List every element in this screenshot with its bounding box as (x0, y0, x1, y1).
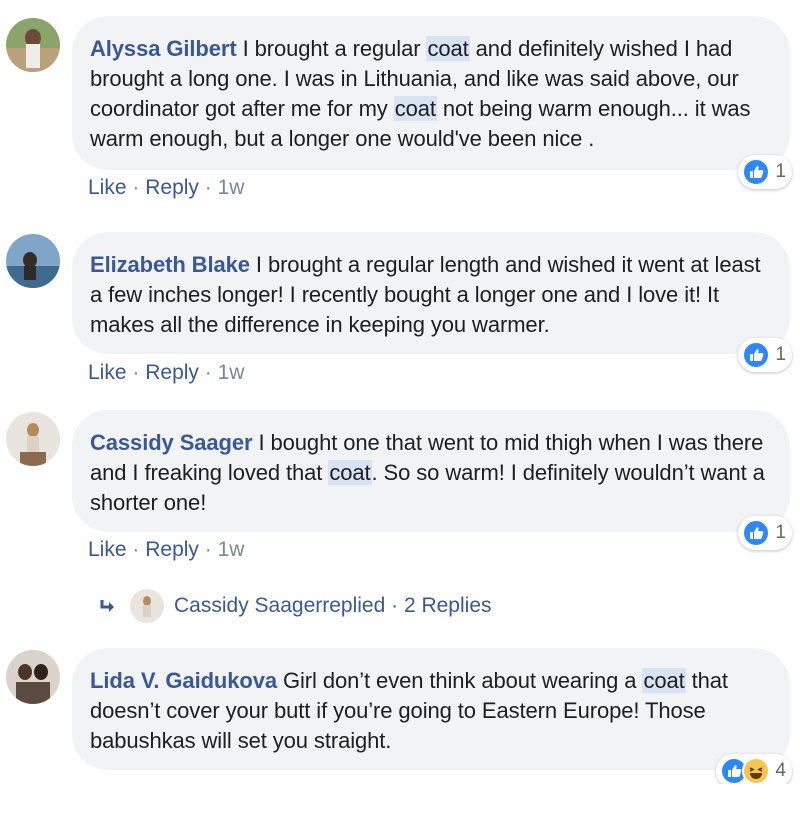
reaction-count: 1 (775, 161, 786, 182)
comment-actions: Like · Reply · 1w (88, 538, 244, 562)
timestamp[interactable]: 1w (218, 361, 245, 384)
like-button[interactable]: Like (88, 538, 127, 561)
replies-count-text: replied · 2 Replies (322, 594, 492, 617)
reaction-summary[interactable]: 4 (716, 754, 792, 788)
reaction-count: 4 (775, 760, 786, 781)
comment-actions: Like · Reply · 1w (88, 176, 244, 200)
comment-author[interactable]: Lida V. Gaidukova (90, 668, 277, 693)
reaction-count: 1 (775, 344, 786, 365)
search-highlight: coat (393, 96, 437, 121)
like-reaction-icon (742, 158, 771, 186)
reply-button[interactable]: Reply (145, 361, 199, 384)
separator: · (132, 361, 140, 384)
like-reaction-icon (742, 519, 771, 547)
timestamp[interactable]: 1w (218, 176, 245, 199)
reply-arrow-icon (100, 600, 114, 612)
comment-bubble: Lida V. Gaidukova Girl don’t even think … (72, 648, 790, 770)
avatar (130, 589, 164, 623)
comment-bubble: Alyssa Gilbert I brought a regular coat … (72, 16, 790, 170)
search-highlight: coat (426, 36, 470, 61)
haha-reaction-icon (742, 757, 771, 785)
view-replies-link[interactable]: Cassidy Saager replied · 2 Replies (96, 588, 492, 624)
comment-author[interactable]: Cassidy Saager (90, 430, 253, 455)
separator: · (204, 176, 212, 199)
timestamp[interactable]: 1w (218, 538, 245, 561)
viewport-cutoff (0, 784, 800, 816)
replies-author: Cassidy Saager (174, 594, 323, 617)
separator: · (132, 538, 140, 561)
comment-actions: Like · Reply · 1w (88, 361, 244, 385)
comment-text: Girl don’t even think about wearing a (277, 668, 643, 693)
avatar[interactable] (6, 650, 60, 704)
search-highlight: coat (642, 668, 686, 693)
reaction-summary[interactable]: 1 (738, 338, 792, 372)
separator: · (204, 361, 212, 384)
comment-bubble: Cassidy Saager I bought one that went to… (72, 410, 790, 532)
like-reaction-icon (742, 341, 771, 369)
like-button[interactable]: Like (88, 176, 127, 199)
reaction-summary[interactable]: 1 (738, 516, 792, 550)
comment-author[interactable]: Elizabeth Blake (90, 252, 250, 277)
reaction-count: 1 (775, 522, 786, 543)
comment-bubble: Elizabeth Blake I brought a regular leng… (72, 232, 790, 354)
reply-button[interactable]: Reply (145, 538, 199, 561)
like-button[interactable]: Like (88, 361, 127, 384)
separator: · (132, 176, 140, 199)
search-highlight: coat (328, 460, 372, 485)
comment-author[interactable]: Alyssa Gilbert (90, 36, 237, 61)
avatar[interactable] (6, 234, 60, 288)
reply-button[interactable]: Reply (145, 176, 199, 199)
avatar[interactable] (6, 18, 60, 72)
avatar[interactable] (6, 412, 60, 466)
separator: · (204, 538, 212, 561)
reaction-summary[interactable]: 1 (738, 155, 792, 189)
comment-text: I brought a regular (236, 36, 427, 61)
